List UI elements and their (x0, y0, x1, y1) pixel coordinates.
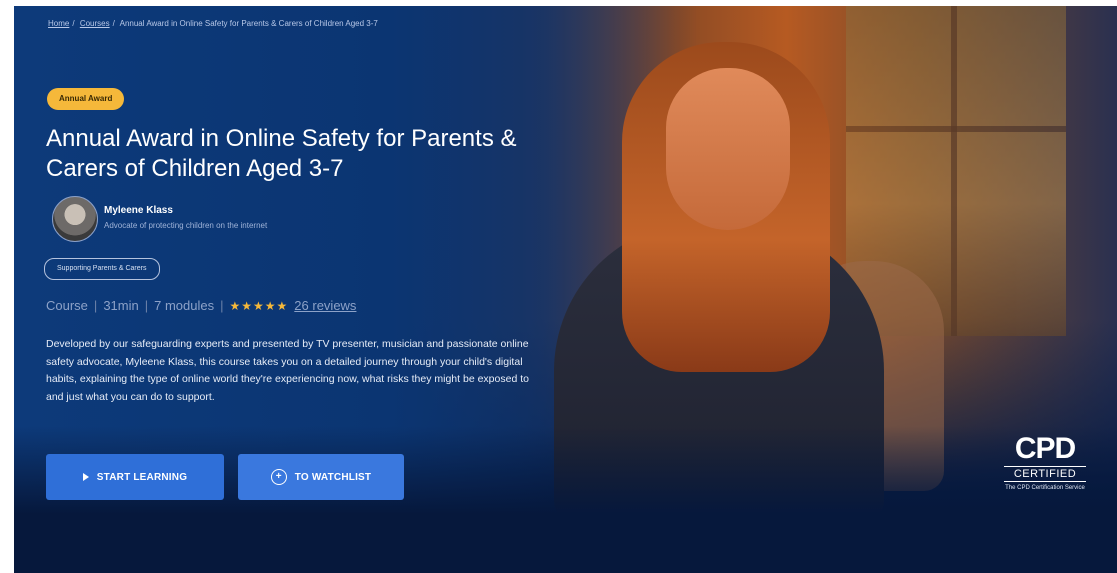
plus-circle-icon: + (270, 469, 287, 485)
hero-content: Home / Courses / Annual Award in Online Sa… (14, 6, 1117, 573)
cpd-logo-text: CPD (1014, 432, 1076, 465)
author-name[interactable]: Myleene Klass (104, 205, 173, 216)
course-badge: Annual Award (47, 88, 125, 110)
play-icon (82, 473, 89, 481)
breadcrumb: Home / Courses / Annual Award in Online Sa… (48, 19, 381, 28)
breadcrumb-current: Annual Award in Online Safety for Parent… (119, 19, 378, 28)
star-rating-icon: ★★★★★ (229, 299, 289, 313)
watchlist-label: TO WATCHLIST (294, 471, 372, 483)
start-learning-label: START LEARNING (96, 471, 188, 483)
course-hero: Home / Courses / Annual Award in Online Sa… (14, 6, 1117, 573)
cpd-certified-text: CERTIFIED (1004, 466, 1086, 482)
course-duration: 31min (103, 298, 139, 313)
category-tag[interactable]: Supporting Parents & Carers (44, 258, 160, 280)
course-title: Annual Award in Online Safety for Parent… (46, 125, 517, 182)
course-modules: 7 modules (154, 298, 215, 313)
course-meta: Course | 31min | 7 modules | ★★★★★ 26 reviews (46, 298, 356, 313)
course-type: Course (46, 298, 88, 313)
meta-separator: | (220, 298, 224, 313)
breadcrumb-home[interactable]: Home (48, 19, 69, 28)
meta-separator: | (144, 298, 149, 313)
author-role: Advocate of protecting children on the i… (104, 221, 268, 230)
cpd-service-text: The CPD Certification Service (1005, 485, 1085, 491)
breadcrumb-separator: / (112, 19, 115, 28)
add-to-watchlist-button[interactable]: + TO WATCHLIST (238, 454, 404, 500)
breadcrumb-courses[interactable]: Courses (80, 19, 110, 28)
meta-separator: | (93, 298, 98, 313)
reviews-link[interactable]: 26 reviews (294, 298, 356, 313)
course-description: Developed by our safeguarding experts an… (46, 338, 529, 403)
breadcrumb-separator: / (72, 19, 75, 28)
start-learning-button[interactable]: START LEARNING (46, 454, 224, 500)
author-avatar (52, 196, 98, 242)
cpd-certified-logo: CPD CERTIFIED The CPD Certification Serv… (1004, 434, 1086, 492)
